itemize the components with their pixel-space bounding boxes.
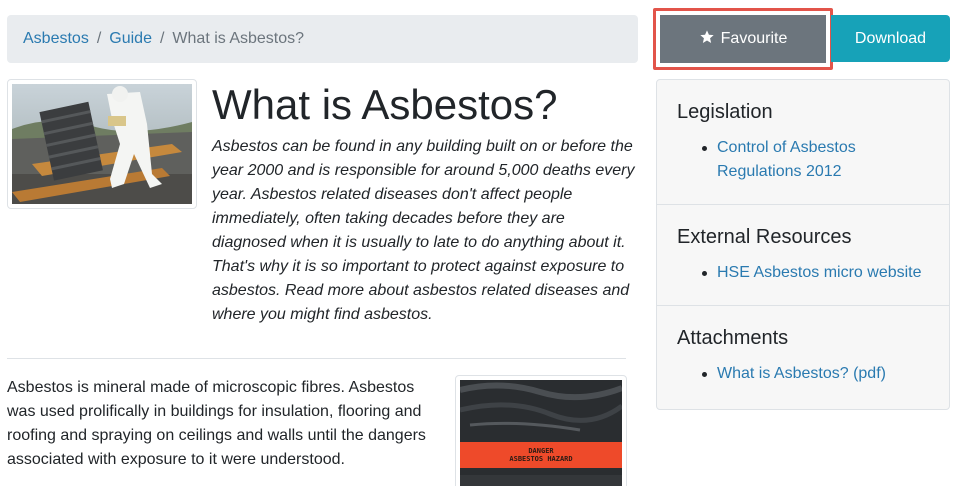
list-item: Control of Asbestos Regulations 2012: [702, 136, 929, 184]
attachments-list: What is Asbestos? (pdf): [677, 362, 929, 386]
attachments-section: Attachments What is Asbestos? (pdf): [657, 326, 949, 386]
external-resources-section: External Resources HSE Asbestos micro we…: [657, 225, 949, 285]
legislation-section: Legislation Control of Asbestos Regulati…: [657, 100, 949, 184]
favourite-button[interactable]: Favourite: [660, 15, 826, 63]
card-divider: [657, 204, 949, 205]
legislation-list: Control of Asbestos Regulations 2012: [677, 136, 929, 184]
breadcrumb-separator: /: [159, 30, 165, 47]
breadcrumb: Asbestos / Guide / What is Asbestos?: [7, 15, 638, 63]
attachment-link[interactable]: What is Asbestos? (pdf): [717, 365, 886, 382]
star-icon: [699, 29, 715, 50]
resources-sidebar: Legislation Control of Asbestos Regulati…: [656, 79, 950, 410]
asbestos-bag-photo: DANGER ASBESTOS HAZARD: [455, 375, 627, 486]
breadcrumb-link-asbestos[interactable]: Asbestos: [23, 30, 89, 48]
favourite-button-highlight: Favourite: [653, 8, 833, 70]
download-button-label: Download: [854, 29, 927, 47]
external-resources-list: HSE Asbestos micro website: [677, 261, 929, 285]
external-resource-link[interactable]: HSE Asbestos micro website: [717, 264, 922, 281]
bag-danger-label: DANGER ASBESTOS HAZARD: [509, 447, 573, 463]
list-item: HSE Asbestos micro website: [702, 261, 929, 285]
favourite-button-label: Favourite: [720, 30, 788, 47]
attachments-heading: Attachments: [677, 327, 789, 349]
list-item: What is Asbestos? (pdf): [702, 362, 929, 386]
lead-paragraph: Asbestos can be found in any building bu…: [212, 138, 635, 323]
body-paragraph: Asbestos is mineral made of microscopic …: [7, 379, 426, 468]
section-divider: [7, 358, 626, 359]
card-divider: [657, 305, 949, 306]
legislation-heading: Legislation: [677, 101, 773, 123]
download-button[interactable]: Download: [831, 15, 950, 62]
legislation-link[interactable]: Control of Asbestos Regulations 2012: [717, 139, 856, 180]
breadcrumb-separator: /: [96, 30, 102, 47]
page-title: What is Asbestos?: [212, 81, 558, 128]
asbestos-roof-photo: [7, 79, 197, 209]
breadcrumb-link-guide[interactable]: Guide: [109, 30, 152, 48]
external-resources-heading: External Resources: [677, 226, 852, 248]
breadcrumb-current: What is Asbestos?: [172, 30, 305, 47]
